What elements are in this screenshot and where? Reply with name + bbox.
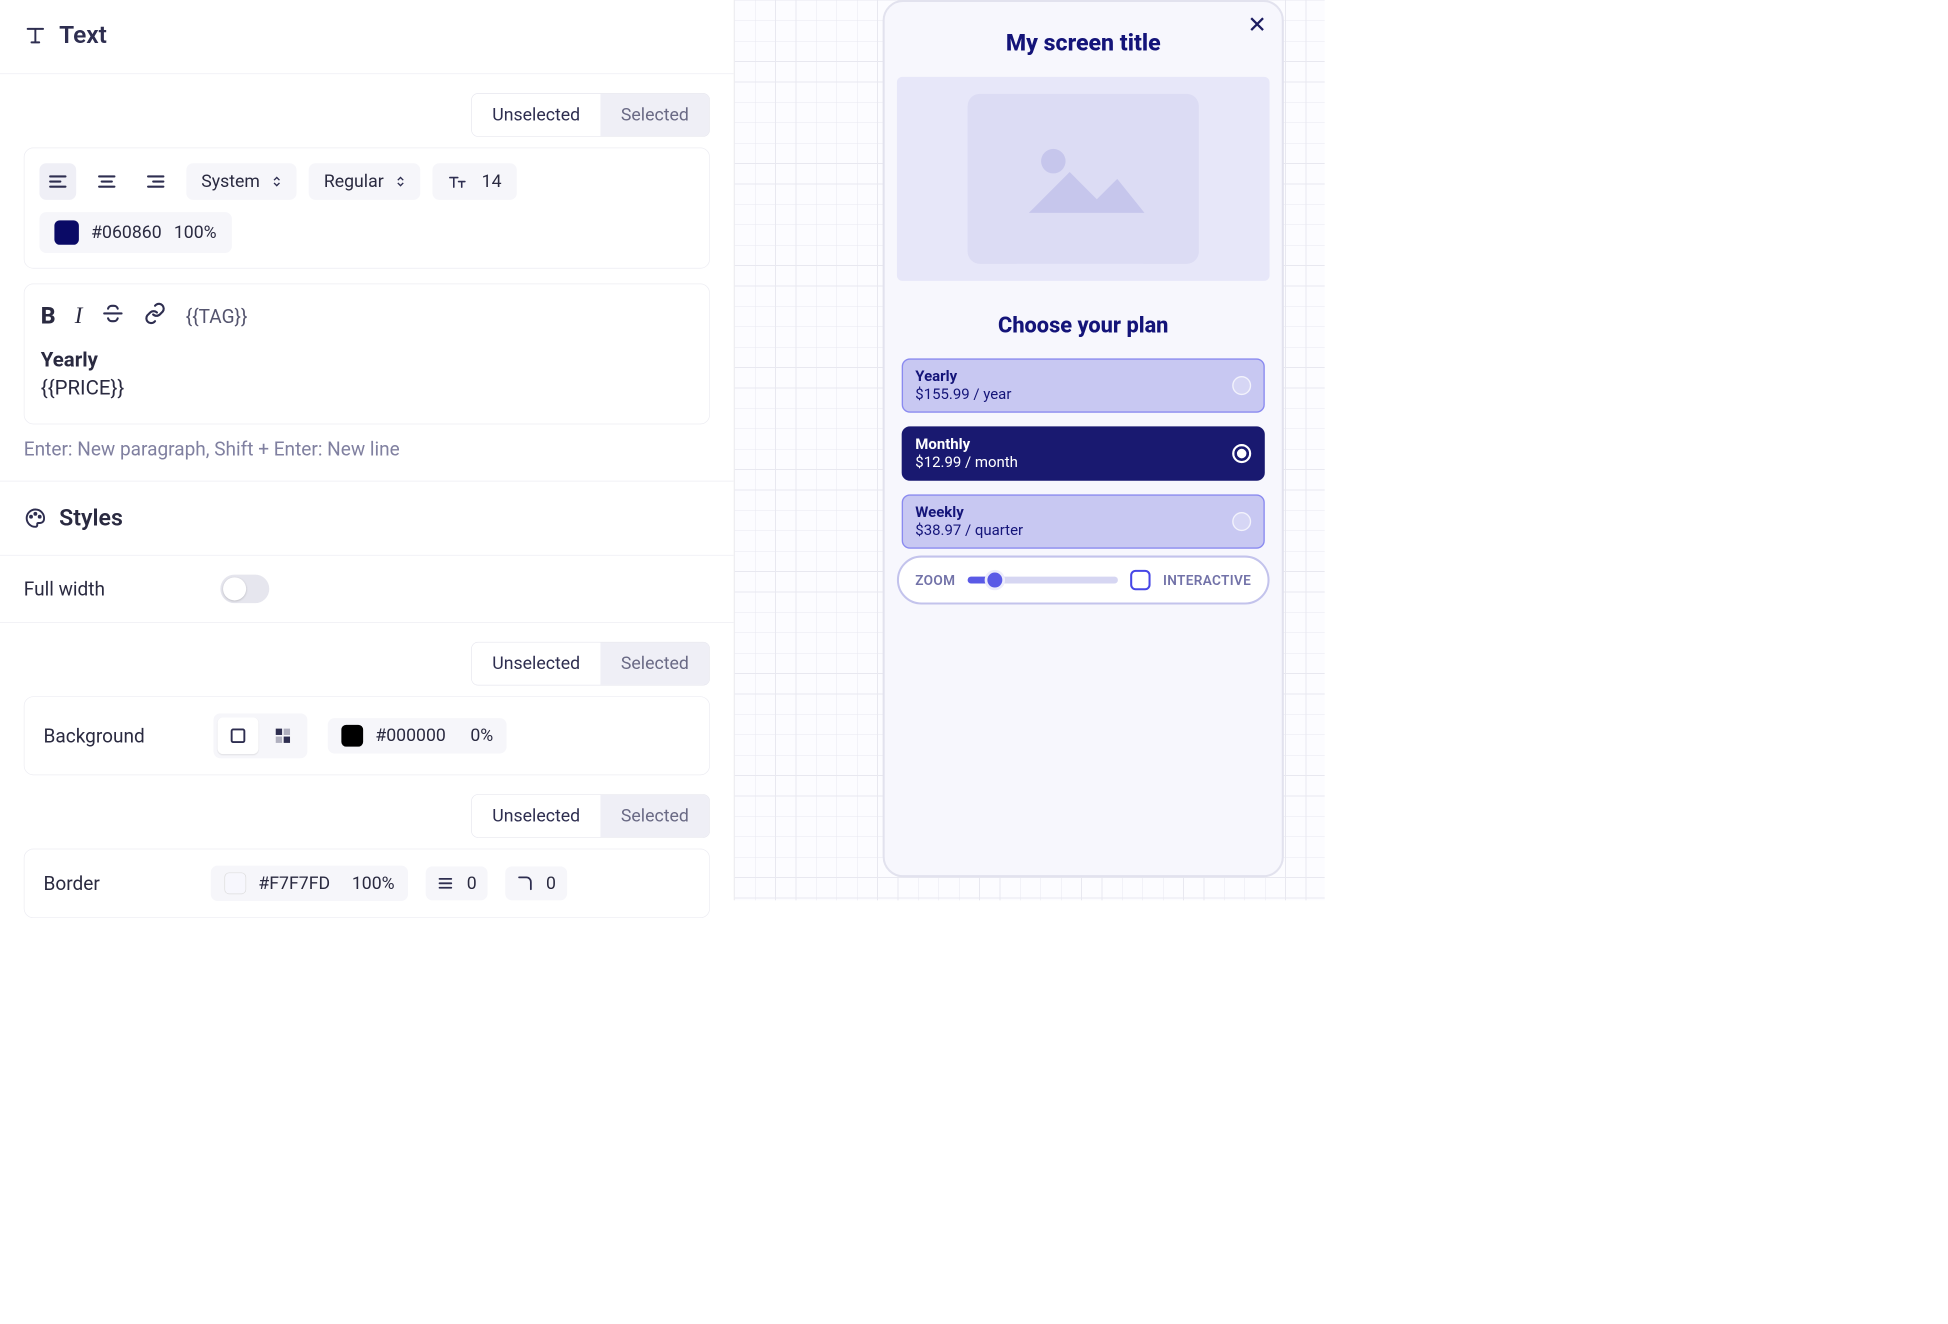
typography-card: System Regular 14 #0608 [24,148,710,269]
full-width-label: Full width [24,578,105,600]
text-color-swatch [54,220,78,244]
background-label: Background [44,725,194,747]
text-content-line2: {{PRICE}} [41,374,693,402]
chevron-updown-icon [396,176,406,187]
interactive-checkbox[interactable] [1130,570,1150,590]
text-section-title: Text [59,20,107,49]
border-color-control[interactable]: #F7F7FD 100% [211,866,408,901]
solid-fill-option[interactable] [218,717,259,754]
chevron-updown-icon [272,176,282,187]
font-weight-value: Regular [324,171,384,191]
close-icon[interactable]: ✕ [1247,12,1266,39]
styles-section-header: Styles [0,481,734,556]
border-width-icon [437,874,455,892]
plan-name: Weekly [915,504,1023,521]
screen-title: My screen title [885,2,1282,77]
border-width-value: 0 [467,873,477,893]
border-width-control[interactable]: 0 [426,866,488,900]
styles-section-title: Styles [59,505,123,532]
phone-preview: ✕ My screen title Choose your plan Yearl… [883,0,1284,877]
plan-price: $155.99 / year [915,386,1011,403]
text-color-hex: #060860 [91,222,162,242]
radio-icon [1232,512,1251,531]
text-section-header: Text [0,0,734,74]
full-width-row: Full width [0,556,734,623]
border-tab-selected[interactable]: Selected [601,795,710,837]
bold-button[interactable]: B [41,303,56,330]
text-color-opacity: 100% [174,222,217,242]
font-size-input[interactable]: 14 [433,163,517,200]
italic-button[interactable]: I [75,303,83,329]
plan-name: Yearly [915,368,1011,385]
font-family-select[interactable]: System [186,163,296,200]
plan-option-monthly[interactable]: Monthly $12.99 / month [902,426,1265,480]
background-tab-selected[interactable]: Selected [601,643,710,685]
text-state-tabs: Unselected Selected [0,74,734,137]
editor-hint: Enter: New paragraph, Shift + Enter: New… [0,424,734,480]
font-weight-select[interactable]: Regular [309,163,421,200]
border-label: Border [44,872,194,894]
preview-section-title: Choose your plan [885,281,1282,352]
background-color-swatch [341,725,363,747]
background-tab-unselected[interactable]: Unselected [472,643,601,685]
zoom-slider[interactable] [968,577,1119,584]
plan-price: $12.99 / month [915,454,1018,471]
preview-footer: ZOOM INTERACTIVE [897,556,1270,605]
border-radius-value: 0 [546,873,556,893]
border-state-tabs: Unselected Selected [0,775,734,838]
pattern-fill-option[interactable] [262,717,303,754]
text-icon [24,23,47,46]
strikethrough-button[interactable] [101,302,124,331]
font-family-value: System [201,171,260,191]
plan-option-yearly[interactable]: Yearly $155.99 / year [902,358,1265,412]
border-radius-icon [516,874,534,892]
radio-icon [1232,376,1251,395]
border-radius-control[interactable]: 0 [505,866,567,900]
tab-selected[interactable]: Selected [601,94,710,136]
border-color-swatch [224,872,246,894]
border-opacity: 100% [352,873,395,893]
background-opacity: 0% [470,726,493,746]
rich-text-card: B I {{TAG}} Yearly {{PRICE}} [24,284,710,425]
palette-icon [24,507,47,530]
plan-price: $38.97 / quarter [915,522,1023,539]
full-width-toggle[interactable] [221,575,270,604]
plan-option-weekly[interactable]: Weekly $38.97 / quarter [902,494,1265,548]
image-placeholder-icon [968,94,1199,264]
editor-panel: Text Unselected Selected System [0,0,734,900]
background-card: Background #000000 0% [24,696,710,775]
text-content-editor[interactable]: Yearly {{PRICE}} [39,343,694,409]
interactive-label: INTERACTIVE [1163,572,1251,588]
font-size-icon [448,172,467,191]
canvas-area[interactable]: ✕ My screen title Choose your plan Yearl… [734,0,1324,900]
tab-unselected[interactable]: Unselected [472,94,601,136]
radio-icon [1232,444,1251,463]
align-left-button[interactable] [39,163,76,200]
background-state-tabs: Unselected Selected [0,623,734,686]
border-tab-unselected[interactable]: Unselected [472,795,601,837]
background-fill-type [214,713,308,758]
preview-image-container [897,77,1270,281]
align-center-button[interactable] [88,163,125,200]
link-button[interactable] [144,302,167,331]
align-right-button[interactable] [137,163,174,200]
border-card: Border #F7F7FD 100% 0 0 [24,849,710,918]
text-color-control[interactable]: #060860 100% [39,212,231,253]
border-hex: #F7F7FD [258,873,330,893]
insert-tag-button[interactable]: {{TAG}} [186,305,248,327]
text-content-line1: Yearly [41,347,693,375]
background-color-control[interactable]: #000000 0% [328,718,507,753]
zoom-label: ZOOM [915,572,955,588]
font-size-value: 14 [482,171,502,191]
plan-name: Monthly [915,436,1018,453]
background-hex: #000000 [375,726,446,746]
